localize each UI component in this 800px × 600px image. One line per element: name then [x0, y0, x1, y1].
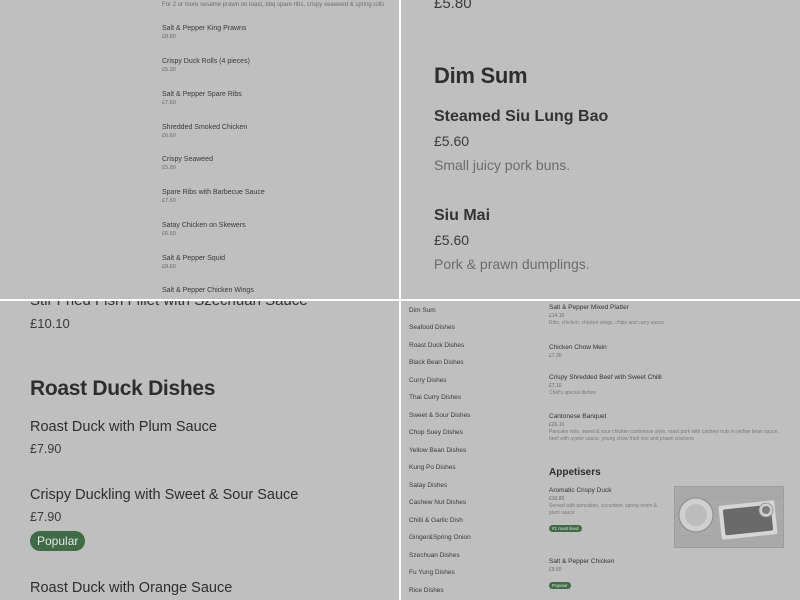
sidebar-item-rice[interactable]: Rice Dishes [409, 587, 444, 594]
item-name: Crispy Shredded Beef with Sweet Chilli [549, 374, 662, 381]
section-title: Appetisers [549, 467, 601, 478]
menu-item[interactable]: Crispy Seaweed £5.80 [162, 155, 392, 173]
dish-photo[interactable] [674, 486, 784, 548]
sidebar-item-chilli-garlic[interactable]: Chilli & Garlic Dish [409, 517, 463, 524]
sidebar-item-seafood[interactable]: Seafood Dishes [409, 324, 455, 331]
menu-item[interactable]: Salt & Pepper Chicken £9.60 Popular [549, 557, 789, 592]
sidebar-item-sweet-sour[interactable]: Sweet & Sour Dishes [409, 412, 470, 419]
item-name: Cantonese Banquet [549, 413, 607, 420]
menu-panel-roast-duck: Stir Fried Fish Fillet with Szechuan Sau… [0, 301, 399, 600]
menu-item[interactable]: Crispy Shredded Beef with Sweet Chilli £… [549, 373, 789, 397]
item-price: £9.60 [549, 567, 562, 573]
sidebar-item-satay[interactable]: Satay Dishes [409, 482, 447, 489]
menu-panel-dim-sum: £5.80 Dim Sum Steamed Siu Lung Bao £5.60… [401, 0, 800, 299]
menu-panel-starters: For 2 or more sesame prawn on toast, bbq… [0, 0, 399, 299]
item-description: Served with pancakes, cucumber, spring o… [549, 503, 658, 516]
item-price: £8.60 [162, 264, 176, 270]
item-name: Stir Fried Fish Fillet with Szechuan Sau… [30, 301, 308, 309]
sidebar-item-black-bean[interactable]: Black Bean Dishes [409, 359, 464, 366]
item-name: Shredded Smoked Chicken [162, 124, 248, 131]
menu-content: Salt & Pepper Mixed Platter £14.10 Ribs,… [549, 301, 794, 600]
sidebar-item-yellow-bean[interactable]: Yellow Bean Dishes [409, 447, 466, 454]
item-price: £8.80 [162, 34, 176, 40]
sidebar-item-szechuan[interactable]: Szechuan Dishes [409, 552, 460, 559]
section-title: Roast Duck Dishes [30, 377, 216, 400]
menu-item[interactable]: Salt & Pepper Squid £8.60 [162, 254, 392, 272]
sidebar-item-chop-suey[interactable]: Chop Suey Dishes [409, 429, 463, 436]
item-name: Salt & Pepper Spare Ribs [162, 91, 242, 98]
item-name: Chicken Chow Mein [549, 344, 607, 351]
sidebar-item-roast-duck[interactable]: Roast Duck Dishes [409, 342, 464, 349]
sidebar-item-cashew-nut[interactable]: Cashew Nut Dishes [409, 499, 466, 506]
platter-description: For 2 or more sesame prawn on toast, bbq… [162, 2, 385, 8]
sidebar-item-fu-yung[interactable]: Fu Yung Dishes [409, 569, 455, 576]
item-price: £5.30 [162, 67, 176, 73]
menu-item[interactable]: Salt & Pepper Mixed Platter £14.10 Ribs,… [549, 303, 789, 327]
most-liked-badge: #1 most liked [549, 525, 582, 532]
sidebar-item-dim-sum[interactable]: Dim Sum [409, 307, 436, 314]
item-price: £10.10 [30, 316, 70, 331]
menu-item[interactable]: Cantonese Banquet £26.10 Pancake rolls, … [549, 412, 789, 443]
item-price: £7.60 [162, 198, 176, 204]
menu-item[interactable]: Salt & Pepper Spare Ribs £7.60 [162, 90, 392, 108]
menu-item[interactable]: Crispy Duck Rolls (4 pieces) £5.30 [162, 57, 392, 75]
item-price: £26.10 [549, 422, 565, 428]
menu-item[interactable]: Crispy Duckling with Sweet & Sour Sauce … [30, 486, 298, 551]
item-price: £7.10 [549, 383, 562, 389]
popular-badge: Popular [30, 531, 86, 551]
sidebar-item-curry[interactable]: Curry Dishes [409, 377, 447, 384]
item-name: Spare Ribs with Barbecue Sauce [162, 189, 265, 196]
item-name: Crispy Seaweed [162, 156, 213, 163]
item-description: Pancake rolls, sweet & sour chicken cant… [549, 429, 779, 442]
item-description: Chef's special dishes [549, 390, 596, 396]
item-name: Steamed Siu Lung Bao [434, 108, 609, 125]
item-name: Crispy Duckling with Sweet & Sour Sauce [30, 487, 299, 503]
menu-item[interactable]: Steamed Siu Lung Bao £5.60 Small juicy p… [434, 107, 608, 174]
menu-item[interactable]: Roast Duck with Plum Sauce £7.90 [30, 418, 217, 457]
menu-item[interactable]: Roast Duck with Orange Sauce [30, 579, 232, 597]
item-price: £7.30 [549, 353, 562, 359]
item-name: Roast Duck with Plum Sauce [30, 419, 217, 435]
item-description: Small juicy pork buns. [434, 157, 571, 173]
menu-item[interactable]: Spare Ribs with Barbecue Sauce £7.60 [162, 188, 392, 206]
sidebar-item-kung-po[interactable]: Kung Po Dishes [409, 464, 456, 471]
item-name: Salt & Pepper Squid [162, 255, 226, 262]
item-name: Aromatic Crispy Duck [549, 487, 612, 494]
dish-photo-image [674, 486, 784, 548]
item-name: Salt & Pepper Chicken Wings [162, 287, 254, 294]
item-price: £7.60 [162, 100, 176, 106]
item-price: £6.60 [162, 133, 176, 139]
item-price: £7.90 [30, 510, 62, 524]
menu-panel-with-sidebar: Dim Sum Seafood Dishes Roast Duck Dishes… [401, 301, 800, 600]
item-price: £5.80 [162, 165, 176, 171]
item-name: Crispy Duck Rolls (4 pieces) [162, 58, 250, 65]
menu-item[interactable]: Salt & Pepper King Prawns £8.80 [162, 24, 392, 42]
item-description: Pork & prawn dumplings. [434, 256, 590, 272]
menu-item[interactable]: Shredded Smoked Chicken £6.60 [162, 123, 392, 141]
menu-item[interactable]: Chicken Chow Mein £7.30 [549, 343, 789, 360]
item-name: Salt & Pepper Mixed Platter [549, 304, 629, 311]
menu-item[interactable]: Siu Mai £5.60 Pork & prawn dumplings. [434, 206, 590, 273]
popular-badge: Popular [549, 582, 571, 589]
item-description: Ribs, chicken, chicken wings, chips and … [549, 320, 665, 326]
item-name: Siu Mai [434, 207, 491, 224]
item-name: Satay Chicken on Skewers [162, 222, 246, 229]
sidebar-item-ginger-spring-onion[interactable]: Ginger&Spring Onion [409, 534, 471, 541]
menu-item[interactable]: Satay Chicken on Skewers £6.60 [162, 221, 392, 239]
section-title: Dim Sum [434, 63, 528, 88]
category-sidebar: Dim Sum Seafood Dishes Roast Duck Dishes… [401, 301, 541, 600]
item-price: £14.10 [549, 313, 565, 319]
sidebar-item-thai-curry[interactable]: Thai Curry Dishes [409, 394, 461, 401]
item-price: £5.60 [434, 232, 470, 248]
item-price: £5.80 [434, 0, 472, 12]
item-name: Roast Duck with Orange Sauce [30, 580, 233, 596]
item-name: Salt & Pepper King Prawns [162, 25, 247, 32]
item-price: £5.60 [434, 133, 470, 149]
item-price: £6.60 [162, 231, 176, 237]
menu-item[interactable]: Aromatic Crispy Duck £10.80 Served with … [549, 486, 669, 535]
item-price: £10.80 [549, 496, 565, 502]
item-price: £7.90 [30, 442, 62, 456]
item-name: Salt & Pepper Chicken [549, 558, 615, 565]
menu-item[interactable]: Salt & Pepper Chicken Wings [162, 286, 392, 295]
